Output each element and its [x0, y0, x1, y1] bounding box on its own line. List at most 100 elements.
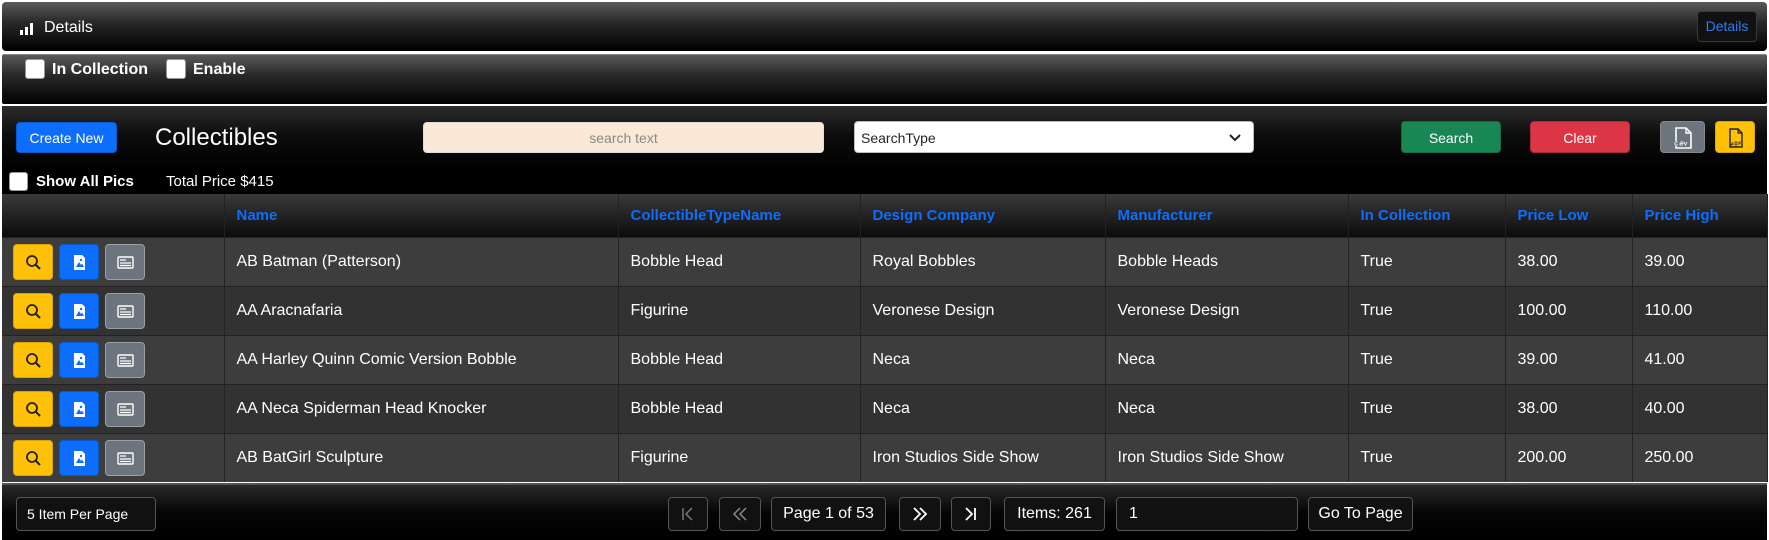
table-cell: 39.00 — [1505, 334, 1633, 384]
image-file-icon — [74, 254, 85, 270]
table-cell: Veronese Design — [1105, 285, 1349, 335]
table-cell: AA Neca Spiderman Head Knocker — [224, 383, 619, 433]
table-cell: AB Batman (Patterson) — [224, 236, 619, 286]
table-cell: AB BatGirl Sculpture — [224, 432, 619, 482]
page-info: Page 1 of 53 — [771, 497, 886, 531]
view-button[interactable] — [13, 341, 53, 378]
table-cell: 38.00 — [1505, 236, 1633, 286]
details-card-button[interactable] — [105, 439, 145, 476]
row-actions — [2, 383, 225, 433]
image-file-icon — [74, 303, 85, 319]
header-title: Details — [44, 19, 93, 36]
row-actions — [2, 285, 225, 335]
table-cell: Bobble Head — [618, 334, 861, 384]
last-page-icon — [965, 507, 976, 521]
details-card-button[interactable] — [105, 341, 145, 378]
table-cell: True — [1348, 432, 1506, 482]
toolbar: Create New Collectibles SearchType Searc… — [2, 106, 1767, 170]
clear-button[interactable]: Clear — [1530, 121, 1630, 153]
items-per-page-select[interactable]: 5 Item Per Page — [16, 497, 156, 531]
table-cell: 39.00 — [1632, 236, 1768, 286]
double-chevron-left-icon — [732, 507, 747, 521]
previous-page-button[interactable] — [719, 497, 761, 531]
table-cell: Neca — [1105, 383, 1349, 433]
table-cell: Iron Studios Side Show — [1105, 432, 1349, 482]
table-cell: True — [1348, 285, 1506, 335]
table-row: AB Batman (Patterson) Bobble Head Royal Bo… — [2, 236, 1768, 286]
table-cell: Neca — [860, 383, 1106, 433]
picture-button[interactable] — [59, 243, 99, 280]
title-bar: Details Details — [2, 2, 1767, 51]
goto-page-input[interactable]: 1 — [1116, 497, 1298, 531]
first-page-icon — [682, 507, 693, 521]
card-icon — [117, 452, 134, 465]
table-row: AA Neca Spiderman Head Knocker Bobble Hea… — [2, 383, 1768, 433]
column-header[interactable]: Price High — [1632, 194, 1768, 237]
table-cell: 38.00 — [1505, 383, 1633, 433]
table-cell: 40.00 — [1632, 383, 1768, 433]
table-cell: Bobble Head — [618, 383, 861, 433]
image-file-icon — [74, 401, 85, 417]
table-cell: True — [1348, 236, 1506, 286]
column-header[interactable]: Name — [224, 194, 619, 237]
next-page-button[interactable] — [899, 497, 941, 531]
column-header[interactable]: Manufacturer — [1105, 194, 1349, 237]
column-header-actions — [2, 194, 225, 237]
view-button[interactable] — [13, 439, 53, 476]
first-page-button[interactable] — [668, 497, 708, 531]
table-cell: Figurine — [618, 432, 861, 482]
picture-button[interactable] — [59, 292, 99, 329]
bar-chart-icon — [20, 23, 33, 35]
info-row: Show All Pics Total Price $415 — [2, 170, 1767, 194]
in-collection-checkbox[interactable] — [25, 59, 45, 79]
table-cell: 200.00 — [1505, 432, 1633, 482]
table-cell: Veronese Design — [860, 285, 1106, 335]
row-actions — [2, 236, 225, 286]
search-type-select[interactable]: SearchType — [854, 121, 1254, 153]
table-row: AA Aracnafaria Figurine Veronese Design Ver… — [2, 285, 1768, 335]
search-type-value: SearchType — [861, 130, 936, 146]
chevron-down-icon — [1229, 134, 1241, 142]
search-input[interactable] — [423, 122, 824, 153]
export-pdf-button[interactable] — [1715, 121, 1755, 153]
details-button[interactable]: Details — [1697, 11, 1757, 42]
image-file-icon — [74, 450, 85, 466]
table-header-row: Name CollectibleTypeName Design Company … — [2, 194, 1768, 237]
card-icon — [117, 304, 134, 318]
table-row: AA Harley Quinn Comic Version Bobble Bobb… — [2, 334, 1768, 384]
table-cell: Neca — [1105, 334, 1349, 384]
view-button[interactable] — [13, 243, 53, 280]
column-header[interactable]: In Collection — [1348, 194, 1506, 237]
csv-file-icon — [1674, 127, 1692, 149]
picture-button[interactable] — [59, 439, 99, 476]
table-cell: AA Harley Quinn Comic Version Bobble — [224, 334, 619, 384]
goto-page-button[interactable]: Go To Page — [1308, 497, 1413, 531]
view-button[interactable] — [13, 292, 53, 329]
page-title: Collectibles — [155, 124, 278, 151]
search-icon — [26, 401, 41, 417]
details-card-button[interactable] — [105, 292, 145, 329]
create-new-button[interactable]: Create New — [16, 122, 117, 153]
export-csv-button[interactable] — [1660, 121, 1705, 153]
image-file-icon — [74, 352, 85, 368]
row-actions — [2, 334, 225, 384]
enable-label: Enable — [193, 61, 246, 78]
column-header[interactable]: Design Company — [860, 194, 1106, 237]
details-card-button[interactable] — [105, 390, 145, 427]
in-collection-label: In Collection — [52, 61, 148, 78]
collectibles-table: Name CollectibleTypeName Design Company … — [2, 194, 1768, 482]
picture-button[interactable] — [59, 341, 99, 378]
picture-button[interactable] — [59, 390, 99, 427]
enable-checkbox[interactable] — [166, 59, 186, 79]
show-all-pics-checkbox[interactable] — [9, 172, 28, 191]
view-button[interactable] — [13, 390, 53, 427]
table-cell: 41.00 — [1632, 334, 1768, 384]
column-header[interactable]: CollectibleTypeName — [618, 194, 861, 237]
last-page-button[interactable] — [951, 497, 991, 531]
pdf-file-icon — [1729, 128, 1743, 148]
column-header[interactable]: Price Low — [1505, 194, 1633, 237]
search-icon — [26, 450, 41, 466]
details-card-button[interactable] — [105, 243, 145, 280]
search-button[interactable]: Search — [1401, 121, 1501, 153]
table-cell: True — [1348, 383, 1506, 433]
